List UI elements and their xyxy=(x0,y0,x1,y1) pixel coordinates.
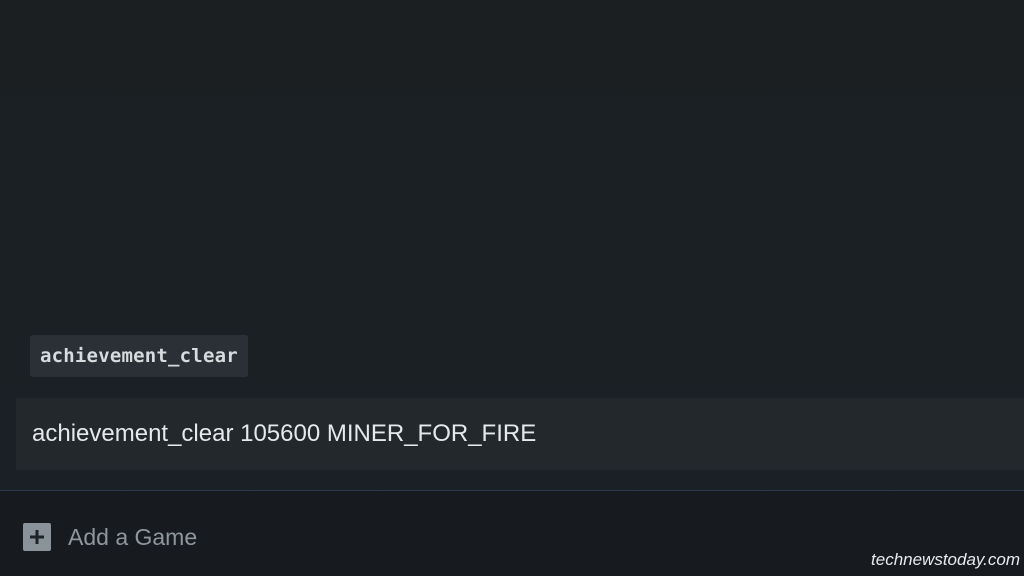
console-window: achievement_clear Add a Game technewstod… xyxy=(0,0,1024,576)
watermark: technewstoday.com xyxy=(871,550,1020,569)
console-output-area xyxy=(0,0,1024,392)
add-a-game-label: Add a Game xyxy=(68,523,198,550)
console-command-input[interactable] xyxy=(16,398,1024,470)
plus-icon xyxy=(23,523,51,551)
autocomplete-suggestion[interactable]: achievement_clear xyxy=(30,335,248,377)
autocomplete-suggestion-label: achievement_clear xyxy=(40,345,238,367)
add-a-game-button[interactable]: Add a Game xyxy=(23,523,197,551)
